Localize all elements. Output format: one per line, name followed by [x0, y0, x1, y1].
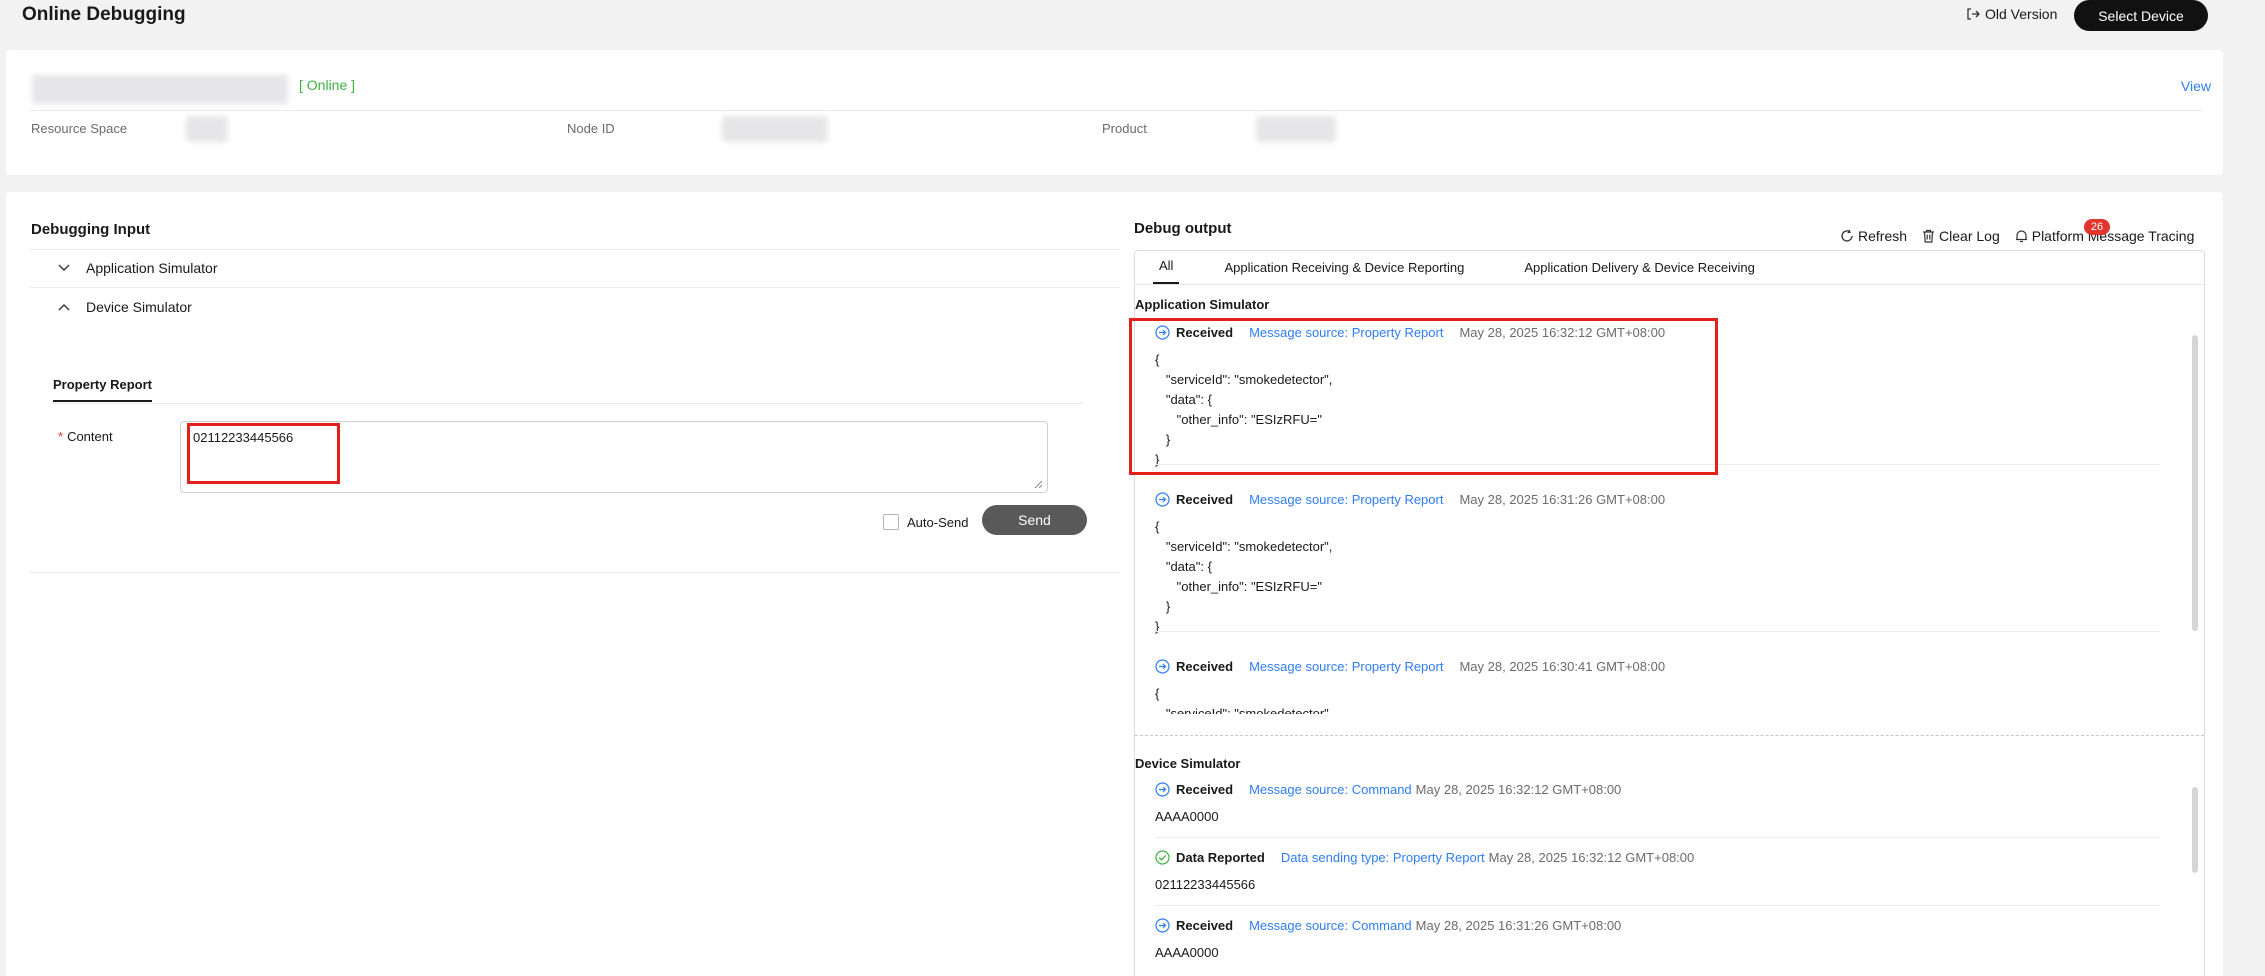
divider — [30, 572, 1120, 573]
tab-app-receiving-device-reporting[interactable]: Application Receiving & Device Reporting — [1224, 260, 1464, 284]
message-source: Data sending type: Property Report — [1280, 849, 1485, 865]
tab-property-report[interactable]: Property Report — [53, 377, 152, 402]
page-title: Online Debugging — [22, 4, 186, 25]
tab-all[interactable]: All — [1153, 258, 1180, 284]
divider — [53, 403, 1083, 404]
debugging-input-title: Debugging Input — [31, 221, 151, 238]
application-simulator-output-title: Application Simulator — [1135, 297, 1270, 312]
tab-app-delivery-device-receiving[interactable]: Application Delivery & Device Receiving — [1524, 260, 1755, 284]
section-divider — [1135, 735, 2204, 736]
message-body: AAAA0000 — [1155, 809, 1219, 824]
send-button[interactable]: Send — [982, 505, 1087, 535]
device-output-scrollbar[interactable] — [2192, 787, 2198, 873]
received-icon — [1155, 917, 1170, 933]
application-simulator-collapse[interactable]: Application Simulator — [30, 249, 1120, 287]
device-simulator-collapse[interactable]: Device Simulator — [30, 288, 1120, 326]
old-version-link[interactable]: Old Version — [1966, 2, 2057, 26]
device-name-redacted — [32, 75, 288, 104]
product-label: Product — [1102, 121, 1147, 136]
old-version-label: Old Version — [1985, 6, 2058, 22]
list-item: Received Message source: Command May 28,… — [1155, 915, 2160, 963]
divider — [1155, 837, 2160, 838]
resize-handle-icon[interactable] — [1034, 480, 1043, 489]
received-icon — [1155, 658, 1170, 674]
message-source: Message source: Property Report — [1249, 658, 1444, 674]
resource-space-label: Resource Space — [31, 121, 128, 136]
output-tabs: All Application Receiving & Device Repor… — [1135, 251, 2204, 285]
content-label-text: Content — [67, 429, 113, 444]
app-output-scrollbar[interactable] — [2192, 335, 2198, 631]
divider — [1155, 905, 2160, 906]
divider — [1155, 631, 2160, 632]
message-time: May 28, 2025 16:32:12 GMT+08:00 — [1488, 849, 1695, 865]
message-body: { "serviceId": "smokedetector", "data": … — [1155, 519, 1333, 634]
output-toolbar: Refresh Clear Log Platform Message Traci… — [1825, 228, 2194, 244]
device-simulator-output-title: Device Simulator — [1135, 756, 1241, 771]
resource-space-value-redacted — [186, 116, 228, 142]
message-time: May 28, 2025 16:31:26 GMT+08:00 — [1415, 917, 1622, 933]
received-icon — [1155, 491, 1170, 507]
list-item: Received Message source: Property Report… — [1155, 656, 2160, 715]
highlight-box-latest-message — [1129, 318, 1718, 475]
list-item: Received Message source: Property Report… — [1155, 489, 2160, 637]
required-icon: * — [58, 429, 64, 444]
exit-icon — [1967, 8, 1980, 20]
platform-message-tracing-label: Platform Message Tracing — [2031, 228, 2195, 244]
trash-icon — [1923, 229, 1935, 243]
node-id-value-redacted — [722, 116, 828, 142]
message-time: May 28, 2025 16:30:41 GMT+08:00 — [1459, 658, 1666, 674]
node-id-label: Node ID — [567, 121, 615, 136]
message-source: Message source: Property Report — [1249, 491, 1444, 507]
message-kind: Received — [1176, 658, 1234, 674]
auto-send-label: Auto-Send — [907, 514, 969, 530]
message-kind: Received — [1176, 781, 1234, 797]
content-label: * Content — [58, 429, 113, 444]
tracing-count-badge: 26 — [2084, 219, 2110, 235]
message-kind: Received — [1176, 491, 1234, 507]
message-kind: Received — [1176, 917, 1234, 933]
divider — [30, 110, 2202, 111]
refresh-button[interactable]: Refresh — [1840, 228, 1907, 244]
chevron-down-icon — [58, 264, 70, 271]
chevron-up-icon — [58, 304, 70, 311]
refresh-icon — [1841, 229, 1853, 242]
auto-send-checkbox[interactable]: Auto-Send — [883, 514, 968, 530]
message-time: May 28, 2025 16:32:12 GMT+08:00 — [1415, 781, 1622, 797]
application-simulator-label: Application Simulator — [86, 260, 218, 276]
message-body: 02112233445566 — [1155, 877, 1256, 892]
list-item: Received Message source: Command May 28,… — [1155, 779, 2160, 827]
highlight-box-content — [187, 423, 340, 484]
device-info-card: [ Online ] View Resource Space Node ID P… — [6, 50, 2223, 175]
list-item: Data Reported Data sending type: Propert… — [1155, 847, 2160, 895]
message-kind: Data Reported — [1176, 849, 1265, 865]
message-source: Message source: Command — [1249, 781, 1412, 797]
clear-log-label: Clear Log — [1939, 228, 2000, 244]
message-body: AAAA0000 — [1155, 945, 1219, 960]
message-time: May 28, 2025 16:31:26 GMT+08:00 — [1459, 491, 1666, 507]
product-value-redacted — [1256, 116, 1336, 142]
bell-icon — [2015, 230, 2027, 243]
received-icon — [1155, 781, 1170, 797]
clear-log-button[interactable]: Clear Log — [1922, 228, 2000, 244]
view-link[interactable]: View — [2181, 78, 2211, 94]
select-device-button[interactable]: Select Device — [2074, 0, 2208, 31]
device-simulator-label: Device Simulator — [86, 299, 192, 315]
debug-card: Debugging Input Application Simulator De… — [6, 192, 2223, 976]
top-bar: Online Debugging Old Version Select Devi… — [0, 0, 2265, 40]
message-source: Message source: Command — [1249, 917, 1412, 933]
message-body: { "serviceId": "smokedetector", — [1155, 686, 1333, 714]
checkbox-box[interactable] — [883, 514, 899, 530]
debug-output-title: Debug output — [1134, 220, 1232, 237]
check-circle-icon — [1155, 849, 1170, 865]
refresh-label: Refresh — [1858, 228, 1908, 244]
status-badge: [ Online ] — [299, 77, 356, 93]
